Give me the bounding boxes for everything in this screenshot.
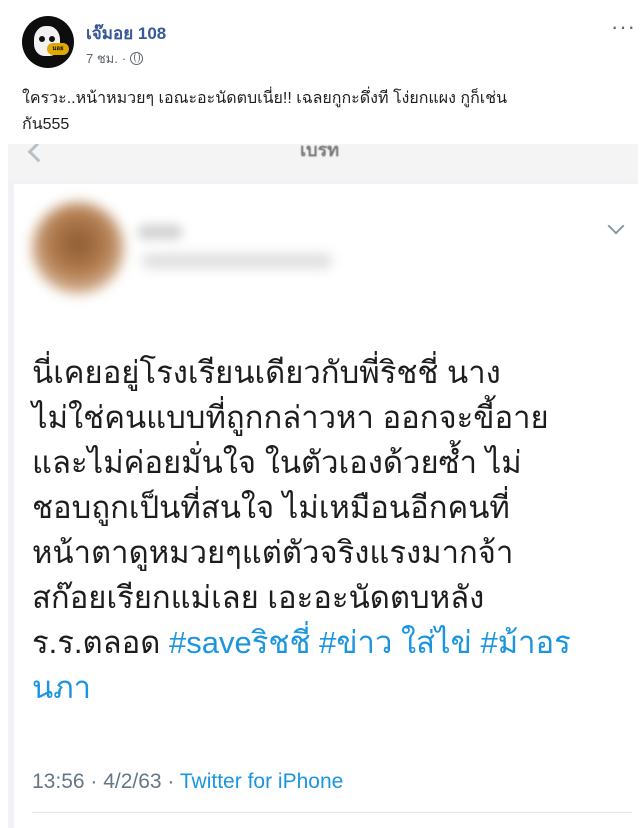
tweet-name-blurred <box>138 224 182 240</box>
tweet-card: นี่เคยอยู่โรงเรียนเดียวกับพี่ริชชี่ นาง … <box>14 184 638 828</box>
globe-icon <box>130 52 144 65</box>
hashtag-save-richy[interactable]: #saveริชชี่ <box>169 625 310 660</box>
tweet-avatar-blurred <box>32 202 124 294</box>
meta-dot: · <box>121 51 127 66</box>
shared-screenshot[interactable]: เบรท นี่เคยอยู่โรงเรียนเดียวกับพี่ริชชี่… <box>8 144 638 828</box>
caption-line-2: กัน555 <box>22 116 70 133</box>
back-chevron-icon <box>27 144 48 163</box>
hashtag-ma-orn-continued[interactable]: นภา <box>32 665 632 710</box>
tweet-line: นี่เคยอยู่โรงเรียนเดียวกับพี่ริชชี่ นาง <box>32 355 501 390</box>
hashtag-sai-khai[interactable]: ใส่ไข่ <box>401 625 472 660</box>
tweet-line-7-text: ร.ร.ตลอด <box>32 625 170 660</box>
tweet-line: และไม่ค่อยมั่นใจ ในตัวเองด้วยซ้ำ ไม่ <box>32 445 522 480</box>
hashtag-news[interactable]: #ข่าว <box>319 625 392 660</box>
chevron-down-icon[interactable] <box>607 217 625 235</box>
avatar-eye-left <box>39 36 45 42</box>
facebook-post: มอย เจ๊มอย 108 7 ชม. · ··· ใครวะ..หน้าหม… <box>0 0 640 828</box>
tweet-footer: 13:56 · 4/2/63 · Twitter for iPhone <box>32 770 343 794</box>
page-name-link[interactable]: เจ๊มอย 108 <box>86 20 166 47</box>
post-meta: 7 ชม. · <box>86 48 144 69</box>
hashtag-ma-orn[interactable]: #ม้าอร <box>480 625 570 660</box>
tweet-line-7: ร.ร.ตลอด #saveริชชี่ #ข่าว ใส่ไข่ #ม้าอร <box>32 620 632 665</box>
tweet-text: นี่เคยอยู่โรงเรียนเดียวกับพี่ริชชี่ นาง … <box>32 350 632 710</box>
tweet-line: ชอบถูกเป็นที่สนใจ ไม่เหมือนอีกคนที่ <box>32 490 510 525</box>
cut-header-strip: เบรท <box>8 144 638 180</box>
avatar-badge: มอย <box>47 43 69 55</box>
tweet-source-link[interactable]: Twitter for iPhone <box>180 770 343 793</box>
page-avatar[interactable]: มอย <box>22 16 74 68</box>
avatar-eye-right <box>49 36 55 42</box>
tweet-line: สก๊อยเรียกแม่เลย เอะอะนัดตบหลัง <box>32 580 485 615</box>
post-time[interactable]: 7 ชม. <box>86 48 118 69</box>
tweet-timestamp: 13:56 · 4/2/63 · <box>32 770 180 793</box>
more-options-icon[interactable]: ··· <box>611 14 636 40</box>
cut-header-text: เบรท <box>300 144 340 160</box>
tweet-handle-blurred <box>142 254 332 268</box>
tweet-divider <box>32 812 632 813</box>
tweet-line: หน้าตาดูหมวยๆแต่ตัวจริงแรงมากจ้า <box>32 535 514 570</box>
caption-line-1: ใครวะ..หน้าหมวยๆ เอณะอะนัดตบเนี่ย!! เฉลย… <box>22 90 508 107</box>
post-caption: ใครวะ..หน้าหมวยๆ เอณะอะนัดตบเนี่ย!! เฉลย… <box>22 86 628 138</box>
tweet-line: ไม่ใช่คนแบบที่ถูกกล่าวหา ออกจะขี้อาย <box>32 400 549 435</box>
